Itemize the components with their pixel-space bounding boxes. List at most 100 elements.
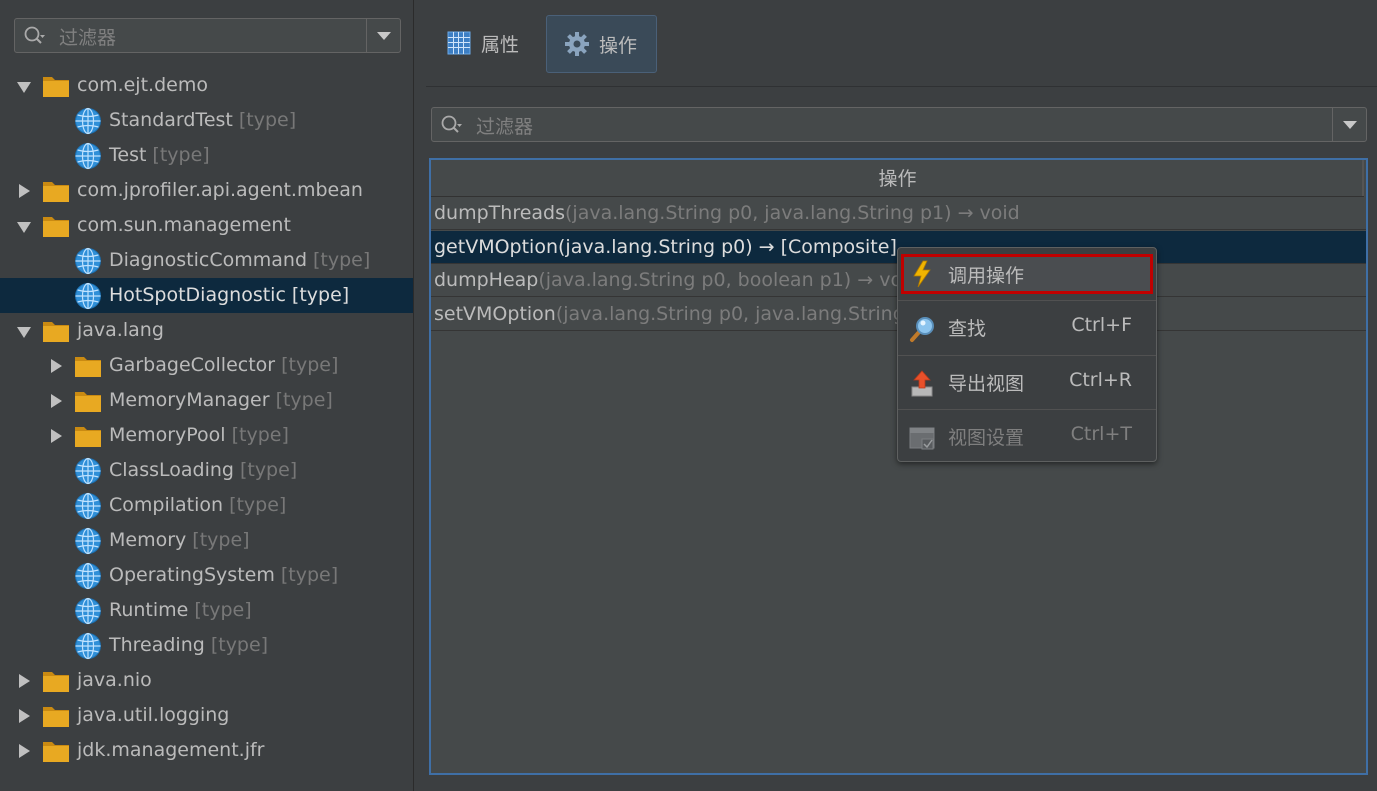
- globe-icon: [74, 492, 102, 520]
- tree-node-type: [type]: [291, 284, 350, 306]
- tree-node-label: java.nio: [77, 669, 152, 691]
- folder-icon: [74, 423, 102, 449]
- tree-node-label: HotSpotDiagnostic: [109, 284, 286, 306]
- tree-node[interactable]: Test [type]: [0, 138, 413, 173]
- tab-attributes-label: 属性: [481, 34, 520, 56]
- tree-node[interactable]: Runtime [type]: [0, 593, 413, 628]
- operation-name: dumpHeap: [434, 269, 539, 291]
- operations-filter-dropdown-button[interactable]: [1332, 108, 1366, 141]
- expand-right-icon[interactable]: [15, 733, 33, 768]
- column-resize-handle[interactable]: [1362, 160, 1364, 196]
- menu-item-label: 查找: [948, 318, 987, 340]
- tree-node-text: com.jprofiler.api.agent.mbean: [77, 173, 363, 208]
- tab-operations[interactable]: 操作: [546, 15, 657, 73]
- magnifier-icon: [910, 317, 934, 342]
- tree-node-type: [type]: [231, 424, 289, 446]
- tree-node[interactable]: Compilation [type]: [0, 488, 413, 523]
- tree-node[interactable]: Memory [type]: [0, 523, 413, 558]
- tree-node-label: ClassLoading: [109, 459, 234, 481]
- left-pane: 过滤器 com.ejt.demo StandardTest [type] Test [t…: [0, 0, 413, 791]
- expand-down-icon[interactable]: [15, 313, 33, 348]
- tree-node-text: MemoryPool [type]: [109, 418, 289, 453]
- tree-node-text: Runtime [type]: [109, 593, 252, 628]
- tree-node[interactable]: MemoryManager [type]: [0, 383, 413, 418]
- tree-filter-box[interactable]: 过滤器: [14, 18, 401, 53]
- tree-node-type: [type]: [192, 529, 250, 551]
- expand-down-icon[interactable]: [15, 208, 33, 243]
- tree-node[interactable]: java.util.logging: [0, 698, 413, 733]
- tree-node-type: [type]: [275, 389, 333, 411]
- expand-right-icon[interactable]: [47, 348, 65, 383]
- tree-node[interactable]: Threading [type]: [0, 628, 413, 663]
- tree-node-type: [type]: [210, 634, 269, 656]
- operations-filter-box[interactable]: 过滤器: [431, 107, 1367, 142]
- search-icon[interactable]: [23, 25, 45, 47]
- expand-right-icon[interactable]: [15, 663, 33, 698]
- tree-node[interactable]: jdk.management.jfr: [0, 733, 413, 768]
- expand-down-icon[interactable]: [15, 68, 33, 103]
- tree-node[interactable]: java.nio: [0, 663, 413, 698]
- tree-node-label: java.util.logging: [77, 704, 230, 726]
- folder-icon: [74, 353, 102, 379]
- menu-item-find[interactable]: 查找 Ctrl+F: [898, 301, 1156, 355]
- tree-node-label: com.jprofiler.api.agent.mbean: [77, 179, 363, 201]
- globe-icon: [74, 597, 102, 625]
- tree-node[interactable]: com.ejt.demo: [0, 68, 413, 103]
- tree-node-text: java.nio: [77, 663, 152, 698]
- lightning-icon: [913, 260, 931, 288]
- tree-node[interactable]: OperatingSystem [type]: [0, 558, 413, 593]
- tree-node-text: OperatingSystem [type]: [109, 558, 338, 593]
- tab-attributes[interactable]: 属性: [429, 15, 545, 73]
- tree-node[interactable]: java.lang: [0, 313, 413, 348]
- folder-icon: [42, 73, 70, 99]
- tree-filter-dropdown-button[interactable]: [366, 19, 400, 52]
- folder-icon: [74, 388, 102, 414]
- globe-icon: [74, 562, 102, 590]
- tree-node-type: [type]: [239, 459, 298, 481]
- tree-node[interactable]: ClassLoading [type]: [0, 453, 413, 488]
- tree-node[interactable]: com.jprofiler.api.agent.mbean: [0, 173, 413, 208]
- column-header-operations[interactable]: 操作: [431, 160, 1364, 197]
- tree-node-text: java.util.logging: [77, 698, 229, 733]
- expand-right-icon[interactable]: [15, 698, 33, 733]
- globe-icon: [74, 247, 102, 275]
- expand-right-icon[interactable]: [47, 383, 65, 418]
- tree-node-label: Test: [109, 144, 147, 166]
- tree-node-text: HotSpotDiagnostic [type]: [109, 278, 349, 313]
- operation-name: dumpThreads: [434, 202, 566, 224]
- menu-item-export-view[interactable]: 导出视图 Ctrl+R: [898, 356, 1156, 410]
- menu-item-view-settings: 视图设置 Ctrl+T: [898, 410, 1156, 464]
- expand-right-icon[interactable]: [47, 418, 65, 453]
- folder-icon: [42, 668, 70, 694]
- tree-node-label: StandardTest: [109, 109, 233, 131]
- tree-node-type: [type]: [238, 109, 297, 131]
- menu-item-label: 调用操作: [948, 265, 1025, 287]
- tree-node[interactable]: com.sun.management: [0, 208, 413, 243]
- view-settings-icon: [909, 427, 935, 450]
- menu-item-shortcut: Ctrl+T: [1070, 423, 1132, 445]
- tree-node-label: Compilation: [109, 494, 224, 516]
- tree-node-text: Memory [type]: [109, 523, 250, 558]
- search-icon[interactable]: [440, 114, 462, 136]
- globe-icon: [74, 142, 102, 170]
- tree-node[interactable]: GarbageCollector [type]: [0, 348, 413, 383]
- tree-node[interactable]: MemoryPool [type]: [0, 418, 413, 453]
- folder-icon: [42, 213, 70, 239]
- operation-signature: (java.lang.String p0, java.lang.String p…: [565, 202, 1020, 224]
- expand-right-icon[interactable]: [15, 173, 33, 208]
- tree-node-label: OperatingSystem: [109, 564, 275, 586]
- menu-item-shortcut: Ctrl+R: [1069, 369, 1132, 391]
- menu-item-shortcut: Ctrl+F: [1071, 314, 1132, 336]
- tree-node[interactable]: HotSpotDiagnostic [type]: [0, 278, 413, 313]
- chevron-down-icon: [377, 32, 391, 40]
- table-row[interactable]: dumpThreads(java.lang.String p0, java.la…: [431, 197, 1366, 230]
- highlight-box: [901, 254, 1153, 294]
- tree-node-type: [type]: [152, 144, 210, 166]
- tree-node[interactable]: StandardTest [type]: [0, 103, 413, 138]
- gear-icon: [565, 32, 589, 56]
- menu-item-invoke-operation[interactable]: 调用操作: [898, 248, 1156, 302]
- tree-node-text: ClassLoading [type]: [109, 453, 297, 488]
- tree-node-text: Compilation [type]: [109, 488, 286, 523]
- tree-node-label: com.ejt.demo: [77, 74, 208, 96]
- tree-node[interactable]: DiagnosticCommand [type]: [0, 243, 413, 278]
